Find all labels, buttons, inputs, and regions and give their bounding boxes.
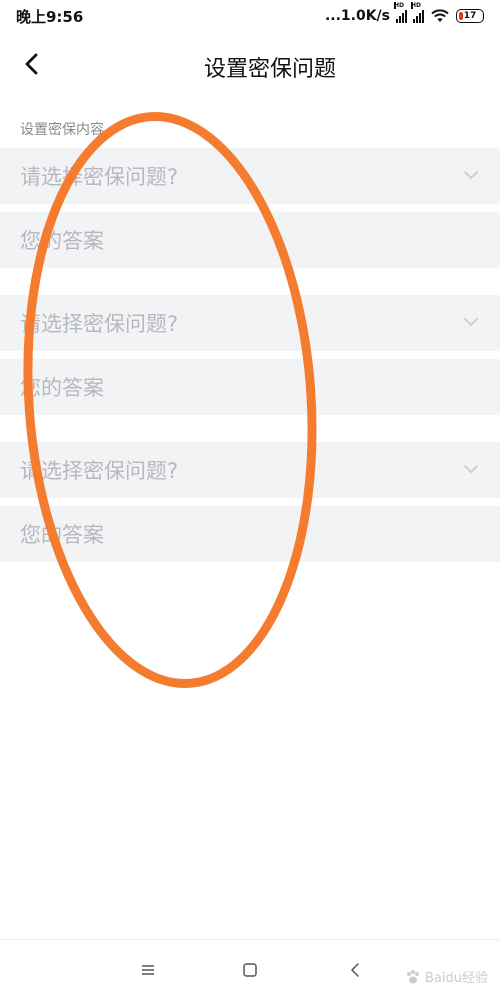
chevron-down-icon (464, 465, 478, 474)
question-placeholder: 请选择密保问题? (20, 459, 179, 483)
status-time: 晚上9:56 (16, 8, 84, 26)
signal-icon: HD (394, 2, 407, 23)
question-select-2[interactable]: 请选择密保问题? (0, 295, 500, 351)
question-select-1[interactable]: 请选择密保问题? (0, 148, 500, 204)
chevron-down-icon (464, 318, 478, 327)
section-label: 设置密保内容 (20, 122, 104, 138)
watermark-text: Baidu经验 (425, 971, 488, 986)
signal-icon: HD (411, 2, 424, 23)
watermark: Baidu经验 (405, 967, 488, 986)
answer-placeholder: 您的答案 (20, 523, 104, 547)
paw-icon (407, 969, 419, 983)
answer-placeholder: 您的答案 (20, 376, 104, 400)
chevron-down-icon (464, 171, 478, 180)
page-title: 设置密保问题 (203, 57, 336, 82)
answer-placeholder: 您的答案 (20, 229, 104, 253)
menu-icon (142, 965, 154, 975)
answer-field-2[interactable]: 您的答案 (0, 359, 500, 415)
system-nav-bar: Baidu经验 (0, 939, 500, 1000)
network-speed: ...1.0K/s (324, 8, 390, 24)
question-placeholder: 请选择密保问题? (20, 165, 179, 189)
answer-field-1[interactable]: 您的答案 (0, 212, 500, 268)
answer-field-3[interactable]: 您的答案 (0, 506, 500, 562)
battery-level: 17 (463, 11, 477, 21)
header: 设置密保问题 (0, 32, 500, 96)
wifi-icon (431, 9, 449, 22)
nav-back-button[interactable] (343, 960, 367, 980)
menu-button[interactable] (136, 960, 160, 980)
hd-tag: HD (394, 2, 405, 9)
question-select-3[interactable]: 请选择密保问题? (0, 442, 500, 498)
home-icon (243, 963, 257, 977)
question-placeholder: 请选择密保问题? (20, 312, 179, 336)
status-icons: ...1.0K/s HD HD 17 (324, 2, 484, 27)
back-icon (350, 963, 359, 977)
status-bar: 晚上9:56 ...1.0K/s HD HD 17 (0, 0, 500, 32)
battery-icon: 17 (456, 9, 484, 23)
home-button[interactable] (238, 960, 262, 980)
hd-tag: HD (411, 2, 422, 9)
